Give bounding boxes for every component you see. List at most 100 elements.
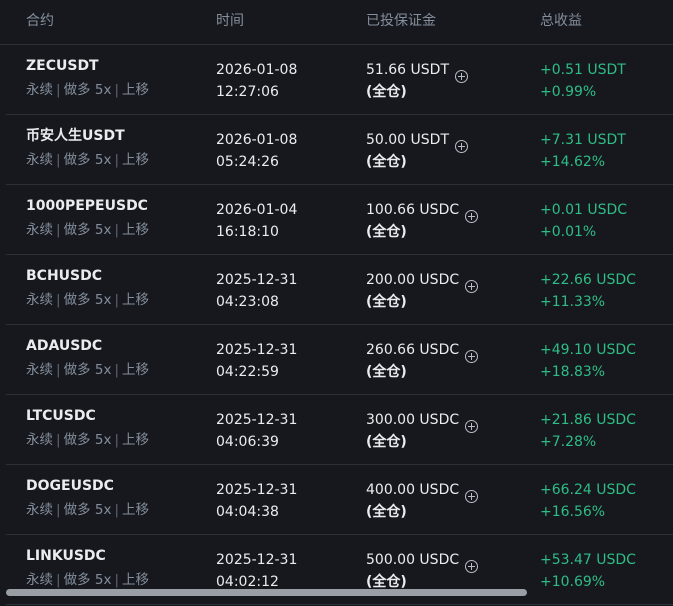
contract-details: 永续 | 做多 5x | 上移 bbox=[26, 151, 149, 169]
table-row[interactable]: 币安人生USDT 永续 | 做多 5x | 上移 2026-01-08 05:24:26… bbox=[6, 115, 673, 185]
pnl-amount: +0.51 USDT bbox=[540, 62, 626, 78]
plus-circle-icon[interactable] bbox=[465, 419, 479, 433]
open-date: 2025-12-31 bbox=[216, 482, 298, 498]
plus-circle-icon[interactable] bbox=[465, 559, 479, 573]
margin-amount: 51.66 USDT bbox=[366, 62, 449, 78]
separator: | bbox=[56, 82, 61, 98]
margin-mode: (全仓) bbox=[366, 364, 407, 380]
table-body: ZECUSDT 永续 | 做多 5x | 上移 2026-01-08 12:27:06 … bbox=[0, 45, 673, 605]
margin-amount: 200.00 USDC bbox=[366, 272, 460, 288]
open-clock: 16:18:10 bbox=[216, 224, 279, 240]
margin-cell: 100.66 USDC (全仓) bbox=[366, 199, 479, 243]
contract-type: 永续 bbox=[26, 222, 53, 238]
move-action[interactable]: 上移 bbox=[122, 572, 149, 588]
contract-type: 永续 bbox=[26, 362, 53, 378]
margin-cell: 300.00 USDC (全仓) bbox=[366, 409, 479, 453]
move-action[interactable]: 上移 bbox=[122, 152, 149, 168]
contract-symbol[interactable]: LTCUSDC bbox=[26, 407, 96, 425]
margin-amount: 100.66 USDC bbox=[366, 202, 460, 218]
separator: | bbox=[56, 362, 61, 378]
contract-symbol[interactable]: ZECUSDT bbox=[26, 57, 99, 75]
contract-details: 永续 | 做多 5x | 上移 bbox=[26, 361, 149, 379]
header-contract[interactable]: 合约 bbox=[26, 12, 54, 30]
margin-cell: 400.00 USDC (全仓) bbox=[366, 479, 479, 523]
plus-circle-icon[interactable] bbox=[455, 139, 468, 153]
margin-cell: 50.00 USDT (全仓) bbox=[366, 129, 468, 173]
margin-mode: (全仓) bbox=[366, 434, 407, 450]
separator: | bbox=[56, 502, 61, 518]
pnl-cell: +66.24 USDC +16.56% bbox=[540, 479, 636, 523]
pnl-percent: +18.83% bbox=[540, 364, 606, 380]
contract-symbol[interactable]: 1000PEPEUSDC bbox=[26, 197, 148, 215]
margin-amount: 500.00 USDC bbox=[366, 552, 460, 568]
open-time: 2026-01-08 12:27:06 bbox=[216, 59, 297, 103]
separator: | bbox=[114, 292, 120, 308]
open-time: 2025-12-31 04:22:59 bbox=[216, 339, 297, 383]
open-time: 2026-01-04 16:18:10 bbox=[216, 199, 297, 243]
margin-cell: 51.66 USDT (全仓) bbox=[366, 59, 468, 103]
contract-symbol[interactable]: DOGEUSDC bbox=[26, 477, 114, 495]
open-time: 2025-12-31 04:02:12 bbox=[216, 549, 297, 593]
pnl-cell: +22.66 USDC +11.33% bbox=[540, 269, 636, 313]
move-action[interactable]: 上移 bbox=[122, 222, 149, 238]
header-time[interactable]: 时间 bbox=[216, 12, 244, 30]
leverage: 5x bbox=[94, 502, 112, 518]
open-clock: 04:23:08 bbox=[216, 294, 279, 310]
pnl-amount: +21.86 USDC bbox=[540, 412, 636, 428]
contract-symbol[interactable]: ADAUSDC bbox=[26, 337, 102, 355]
table-header: 合约 时间 已投保证金 总收益 bbox=[0, 0, 673, 45]
margin-amount: 400.00 USDC bbox=[366, 482, 460, 498]
header-pnl[interactable]: 总收益 bbox=[540, 12, 582, 30]
margin-mode: (全仓) bbox=[366, 84, 407, 100]
separator: | bbox=[114, 82, 120, 98]
position-side: 做多 bbox=[63, 572, 91, 588]
horizontal-scrollbar[interactable] bbox=[6, 589, 527, 596]
pnl-percent: +0.99% bbox=[540, 84, 597, 100]
margin-mode: (全仓) bbox=[366, 294, 407, 310]
table-row[interactable]: LTCUSDC 永续 | 做多 5x | 上移 2025-12-31 04:06:39 … bbox=[6, 395, 673, 465]
plus-circle-icon[interactable] bbox=[465, 489, 479, 503]
move-action[interactable]: 上移 bbox=[122, 502, 149, 518]
contract-details: 永续 | 做多 5x | 上移 bbox=[26, 81, 149, 99]
plus-circle-icon[interactable] bbox=[465, 279, 479, 293]
open-date: 2025-12-31 bbox=[216, 342, 298, 358]
move-action[interactable]: 上移 bbox=[122, 292, 149, 308]
position-side: 做多 bbox=[63, 502, 91, 518]
open-date: 2026-01-08 bbox=[216, 62, 298, 78]
contract-symbol[interactable]: LINKUSDC bbox=[26, 547, 106, 565]
leverage: 5x bbox=[94, 82, 112, 98]
margin-cell: 200.00 USDC (全仓) bbox=[366, 269, 479, 313]
margin-mode: (全仓) bbox=[366, 504, 407, 520]
pnl-amount: +53.47 USDC bbox=[540, 552, 636, 568]
contract-type: 永续 bbox=[26, 152, 53, 168]
table-row[interactable]: ZECUSDT 永续 | 做多 5x | 上移 2026-01-08 12:27:06 … bbox=[6, 45, 673, 115]
header-margin[interactable]: 已投保证金 bbox=[366, 12, 436, 30]
move-action[interactable]: 上移 bbox=[122, 362, 149, 378]
open-time: 2025-12-31 04:06:39 bbox=[216, 409, 297, 453]
contract-symbol[interactable]: 币安人生USDT bbox=[26, 127, 125, 145]
contract-symbol[interactable]: BCHUSDC bbox=[26, 267, 102, 285]
move-action[interactable]: 上移 bbox=[122, 82, 149, 98]
plus-circle-icon[interactable] bbox=[455, 69, 468, 83]
move-action[interactable]: 上移 bbox=[122, 432, 149, 448]
pnl-cell: +53.47 USDC +10.69% bbox=[540, 549, 636, 593]
table-row[interactable]: DOGEUSDC 永续 | 做多 5x | 上移 2025-12-31 04:04:38… bbox=[6, 465, 673, 535]
pnl-percent: +10.69% bbox=[540, 574, 606, 590]
plus-circle-icon[interactable] bbox=[465, 349, 479, 363]
open-date: 2025-12-31 bbox=[216, 552, 298, 568]
open-date: 2026-01-08 bbox=[216, 132, 298, 148]
margin-mode: (全仓) bbox=[366, 154, 407, 170]
contract-details: 永续 | 做多 5x | 上移 bbox=[26, 431, 149, 449]
pnl-percent: +0.01% bbox=[540, 224, 597, 240]
open-clock: 05:24:26 bbox=[216, 154, 279, 170]
plus-circle-icon[interactable] bbox=[465, 209, 479, 223]
table-row[interactable]: ADAUSDC 永续 | 做多 5x | 上移 2025-12-31 04:22:59 … bbox=[6, 325, 673, 395]
contract-type: 永续 bbox=[26, 82, 53, 98]
separator: | bbox=[56, 222, 61, 238]
leverage: 5x bbox=[94, 292, 112, 308]
contract-type: 永续 bbox=[26, 432, 53, 448]
separator: | bbox=[56, 292, 61, 308]
margin-cell: 500.00 USDC (全仓) bbox=[366, 549, 479, 593]
table-row[interactable]: 1000PEPEUSDC 永续 | 做多 5x | 上移 2026-01-04 16:1… bbox=[6, 185, 673, 255]
table-row[interactable]: BCHUSDC 永续 | 做多 5x | 上移 2025-12-31 04:23:08 … bbox=[6, 255, 673, 325]
